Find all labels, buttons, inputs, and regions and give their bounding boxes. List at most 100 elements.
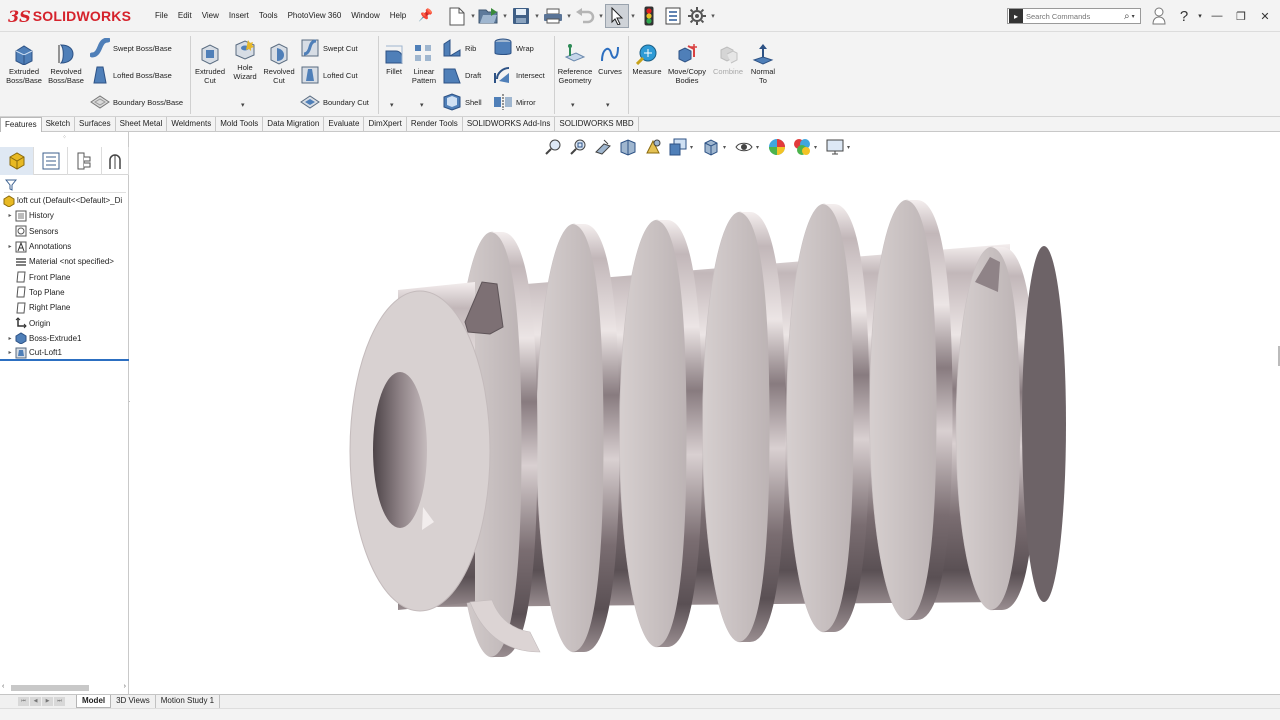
feature-manager-tab[interactable] xyxy=(0,147,34,175)
tree-item-annotations[interactable]: ▸ Annotations xyxy=(0,239,129,254)
first-tab-icon[interactable]: ⏮ xyxy=(18,696,29,706)
scrollbar-thumb[interactable] xyxy=(11,685,89,691)
solidworks-logo[interactable]: 3S SOLIDWORKS xyxy=(8,6,131,26)
undo-icon[interactable] xyxy=(573,4,597,28)
feature-tree-root[interactable]: loft cut (Default<<Default>_Di xyxy=(0,193,129,208)
print-icon[interactable] xyxy=(541,4,565,28)
tab-dimxpert[interactable]: DimXpert xyxy=(364,117,407,132)
swept-boss-button[interactable]: Swept Boss/Base xyxy=(90,37,172,59)
pin-menu-icon[interactable]: 📌 xyxy=(418,8,433,22)
boundary-boss-button[interactable]: Boundary Boss/Base xyxy=(90,91,183,113)
tab-solidworks-mbd[interactable]: SOLIDWORKS MBD xyxy=(555,117,639,132)
lofted-cut-button[interactable]: Lofted Cut xyxy=(300,64,358,86)
undo-dropdown[interactable]: ▾ xyxy=(597,12,605,20)
minimize-icon[interactable]: — xyxy=(1208,7,1226,25)
fillet-dropdown-icon[interactable]: ▾ xyxy=(390,101,394,109)
tab-model[interactable]: Model xyxy=(76,695,112,708)
revolved-boss-button[interactable]: Revolved Boss/Base xyxy=(46,42,86,85)
tree-item-top-plane[interactable]: Top Plane xyxy=(0,285,129,300)
expand-arrow-icon[interactable]: ▸ xyxy=(6,212,14,219)
feature-tree-horizontal-scrollbar[interactable]: ‹ › xyxy=(2,683,126,693)
extruded-cut-button[interactable]: Extruded Cut xyxy=(193,42,227,85)
last-tab-icon[interactable]: ⏭ xyxy=(54,696,65,706)
next-tab-icon[interactable]: ▶ xyxy=(42,696,53,706)
move-copy-bodies-button[interactable]: Move/Copy Bodies xyxy=(666,42,708,85)
new-document-dropdown[interactable]: ▾ xyxy=(469,12,477,20)
tab-3d-views[interactable]: 3D Views xyxy=(111,695,156,708)
curves-dropdown-icon[interactable]: ▾ xyxy=(606,101,610,109)
linear-pattern-button[interactable]: Linear Pattern xyxy=(408,42,440,85)
tab-weldments[interactable]: Weldments xyxy=(167,117,217,132)
open-dropdown[interactable]: ▾ xyxy=(501,12,509,20)
reference-geometry-button[interactable]: Reference Geometry xyxy=(556,42,594,85)
scroll-left-icon[interactable]: ‹ xyxy=(2,683,4,690)
tab-motion-study-1[interactable]: Motion Study 1 xyxy=(156,695,221,708)
panel-grip-handle[interactable]: ⁘ xyxy=(62,134,67,141)
tab-mold-tools[interactable]: Mold Tools xyxy=(216,117,264,132)
tab-evaluate[interactable]: Evaluate xyxy=(324,117,365,132)
rebuild-icon[interactable] xyxy=(637,4,661,28)
menu-edit[interactable]: Edit xyxy=(173,11,197,20)
save-icon[interactable] xyxy=(509,4,533,28)
options-icon[interactable] xyxy=(685,4,709,28)
scroll-right-icon[interactable]: › xyxy=(124,683,126,690)
intersect-button[interactable]: Intersect xyxy=(493,64,545,86)
search-input[interactable] xyxy=(1026,11,1122,21)
menu-view[interactable]: View xyxy=(197,11,224,20)
select-icon[interactable] xyxy=(605,4,629,28)
property-manager-tab[interactable] xyxy=(34,147,68,175)
linear-pattern-dropdown-icon[interactable]: ▾ xyxy=(420,101,424,109)
restore-icon[interactable]: ❐ xyxy=(1232,7,1250,25)
search-source-icon[interactable]: ▸ xyxy=(1009,9,1023,23)
tab-features[interactable]: Features xyxy=(0,117,42,132)
wrap-button[interactable]: Wrap xyxy=(493,37,534,59)
expand-arrow-icon[interactable]: ▸ xyxy=(6,335,14,342)
tab-data-migration[interactable]: Data Migration xyxy=(263,117,325,132)
tree-item-history[interactable]: ▸ History xyxy=(0,208,129,223)
select-dropdown[interactable]: ▾ xyxy=(629,12,637,20)
configuration-manager-tab[interactable] xyxy=(68,147,102,175)
open-icon[interactable] xyxy=(477,4,501,28)
save-dropdown[interactable]: ▾ xyxy=(533,12,541,20)
tree-item-sensors[interactable]: Sensors xyxy=(0,224,129,239)
measure-button[interactable]: Measure xyxy=(630,42,664,76)
prev-tab-icon[interactable]: ◀ xyxy=(30,696,41,706)
revolved-cut-button[interactable]: Revolved Cut xyxy=(261,42,297,85)
tree-item-right-plane[interactable]: Right Plane xyxy=(0,300,129,315)
rib-button[interactable]: Rib xyxy=(442,37,476,59)
mirror-button[interactable]: Mirror xyxy=(493,91,536,113)
tree-item-boss-extrude1[interactable]: ▸ Boss-Extrude1 xyxy=(0,331,129,346)
menu-tools[interactable]: Tools xyxy=(254,11,283,20)
lofted-boss-button[interactable]: Lofted Boss/Base xyxy=(90,64,172,86)
combine-button[interactable]: Combine xyxy=(711,42,745,76)
dimxpert-manager-tab[interactable] xyxy=(102,147,129,175)
tree-item-cut-loft1[interactable]: ▸ Cut-Loft1 xyxy=(0,346,129,362)
search-dropdown-icon[interactable]: ▾ xyxy=(1132,13,1135,20)
new-document-icon[interactable] xyxy=(445,4,469,28)
fillet-button[interactable]: Fillet xyxy=(381,42,407,76)
boundary-cut-button[interactable]: Boundary Cut xyxy=(300,91,369,113)
feature-tree-filter[interactable] xyxy=(4,178,126,193)
print-dropdown[interactable]: ▾ xyxy=(565,12,573,20)
curves-button[interactable]: Curves xyxy=(596,42,624,76)
tab-solidworks-add-ins[interactable]: SOLIDWORKS Add-Ins xyxy=(463,117,556,132)
swept-cut-button[interactable]: Swept Cut xyxy=(300,37,358,59)
draft-button[interactable]: Draft xyxy=(442,64,481,86)
user-account-icon[interactable] xyxy=(1150,7,1168,25)
close-icon[interactable]: ✕ xyxy=(1256,7,1274,25)
hole-wizard-button[interactable]: Hole Wizard xyxy=(228,38,262,81)
worm-gear-model[interactable] xyxy=(130,132,1280,694)
normal-to-button[interactable]: Normal To xyxy=(746,42,780,85)
search-icon[interactable]: ⌕ xyxy=(1124,11,1130,22)
menu-photoview-360[interactable]: PhotoView 360 xyxy=(283,11,347,20)
hole-wizard-dropdown-icon[interactable]: ▾ xyxy=(241,101,245,109)
tab-sketch[interactable]: Sketch xyxy=(42,117,76,132)
tree-item-origin[interactable]: Origin xyxy=(0,315,129,330)
menu-window[interactable]: Window xyxy=(346,11,384,20)
file-properties-icon[interactable] xyxy=(661,4,685,28)
tab-surfaces[interactable]: Surfaces xyxy=(75,117,116,132)
tab-sheet-metal[interactable]: Sheet Metal xyxy=(116,117,168,132)
tab-render-tools[interactable]: Render Tools xyxy=(407,117,463,132)
expand-arrow-icon[interactable]: ▸ xyxy=(6,349,14,356)
options-dropdown[interactable]: ▾ xyxy=(709,12,717,20)
